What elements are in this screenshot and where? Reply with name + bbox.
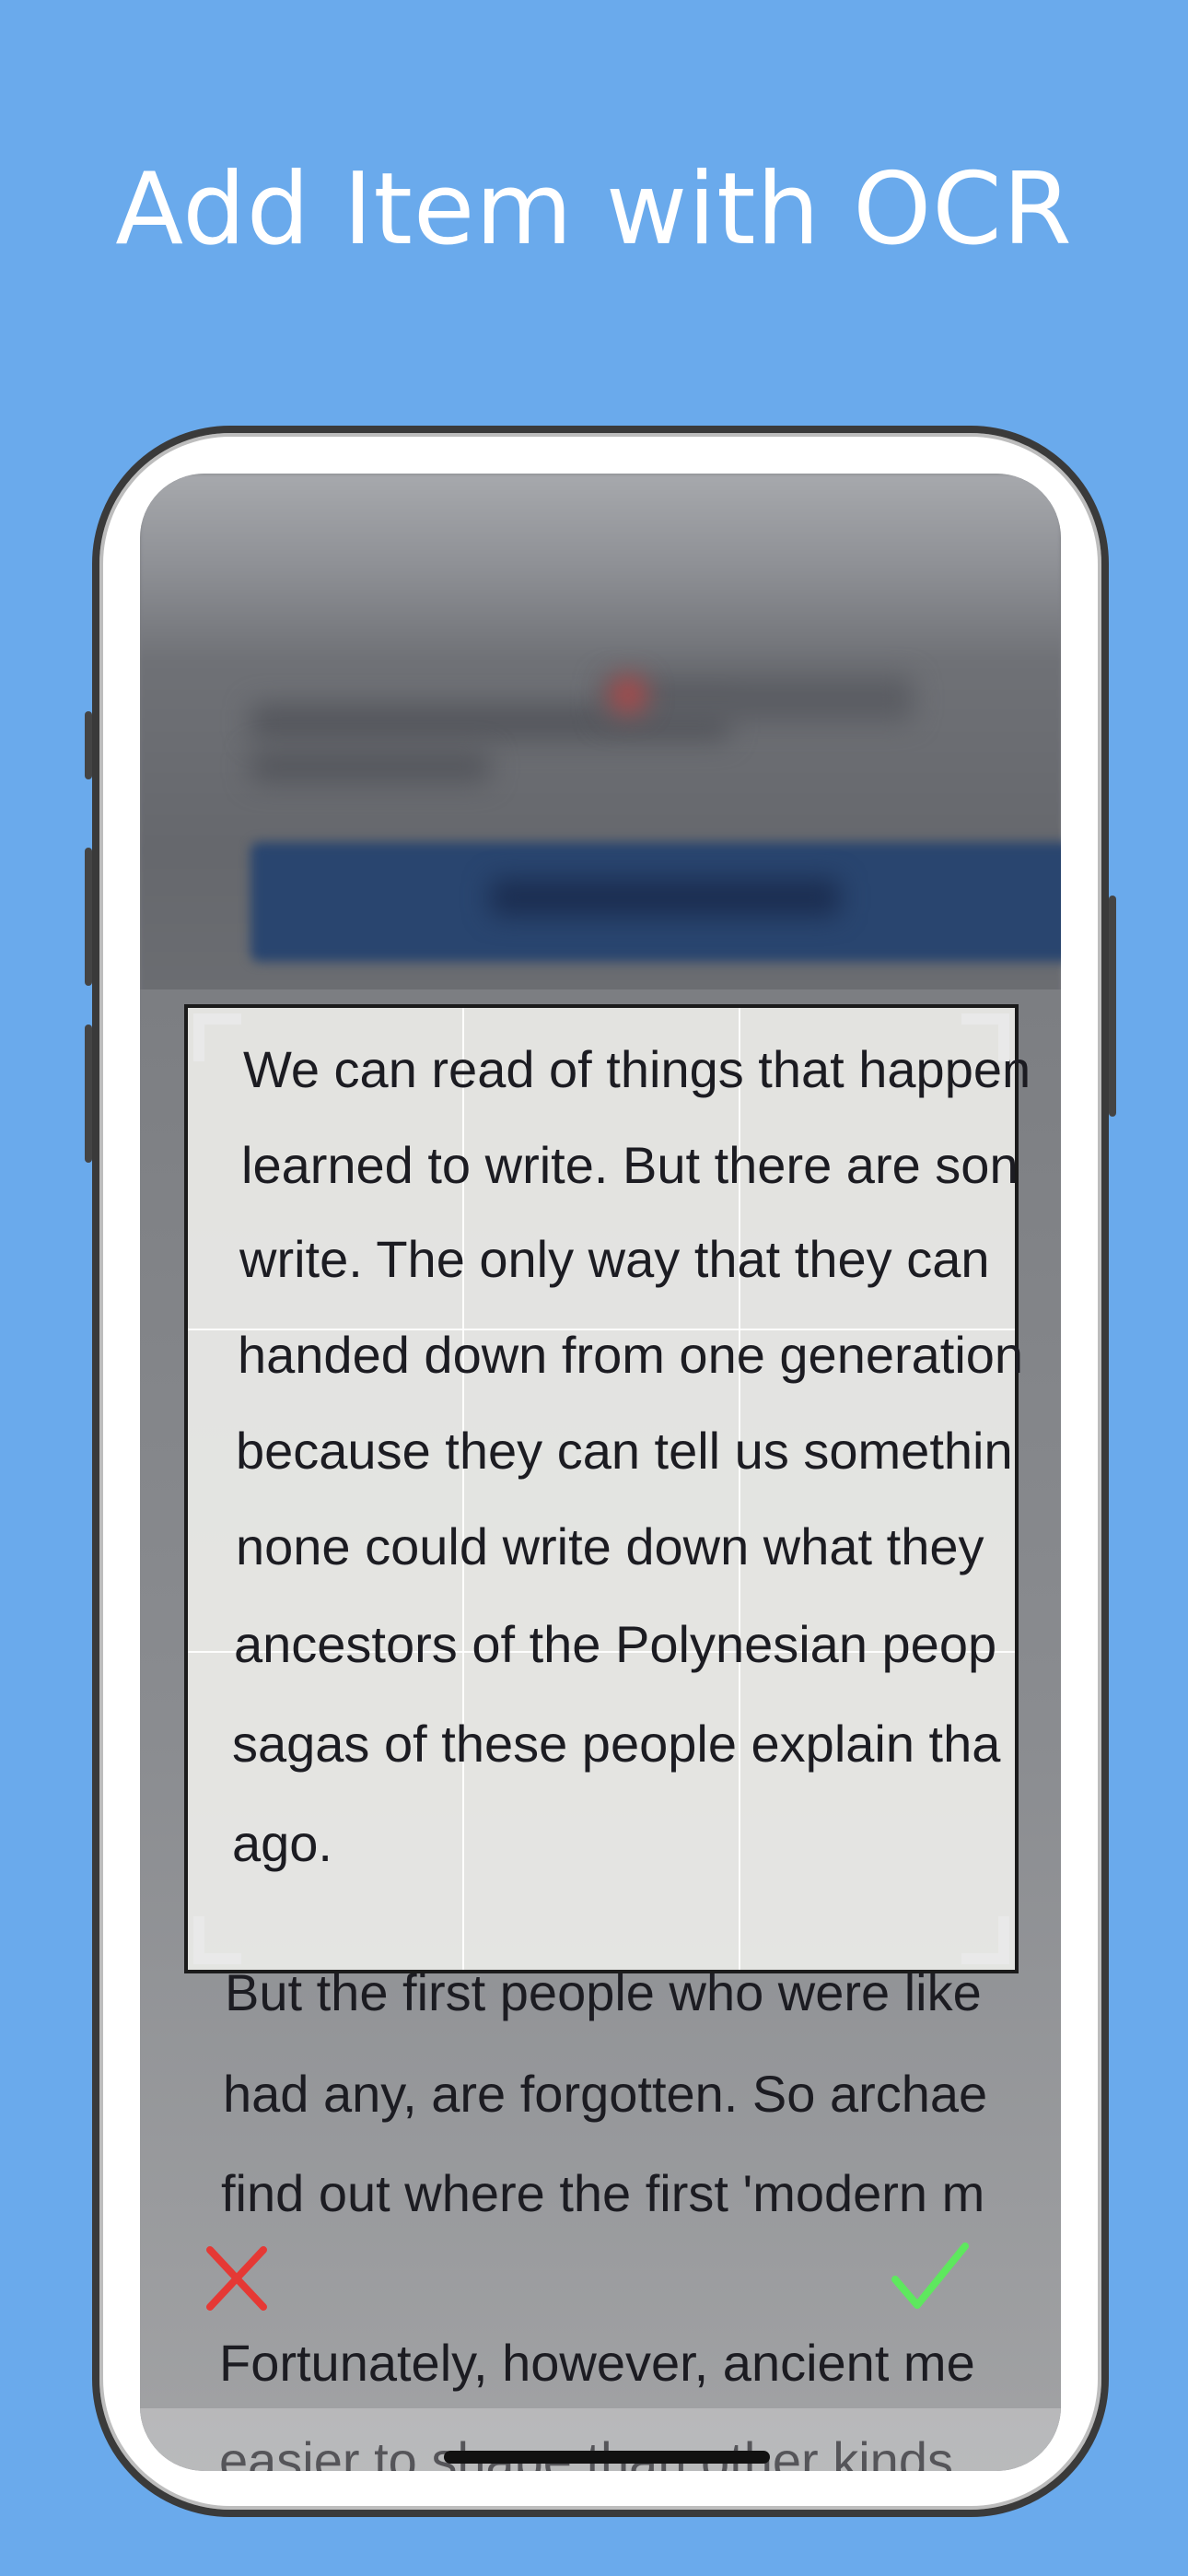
text-line: learned to write. But there are son — [241, 1136, 1019, 1194]
crop-selection[interactable]: We can read of things that happen learne… — [184, 1004, 1031, 1973]
blurred-red-dot — [610, 676, 646, 713]
text-line: find out where the first 'modern m — [221, 2164, 985, 2222]
confirm-button[interactable] — [888, 2237, 971, 2320]
side-button-volume-down — [85, 1025, 92, 1163]
text-line: Fortunately, however, ancient me — [219, 2334, 975, 2392]
text-line: ago. — [232, 1814, 332, 1872]
crop-handle-top-right[interactable] — [961, 1013, 1009, 1061]
text-line: ancestors of the Polynesian peop — [234, 1615, 997, 1673]
home-indicator — [444, 2451, 770, 2464]
crop-handle-bottom-left[interactable] — [193, 1916, 241, 1964]
headline: Add Item with OCR — [115, 152, 1073, 267]
checkmark-icon — [891, 2242, 969, 2309]
text-line: We can read of things that happen — [243, 1040, 1031, 1098]
text-line: write. The only way that they can — [239, 1230, 990, 1288]
text-line: handed down from one generation — [238, 1326, 1024, 1384]
camera-screen: But the first people who were like had a… — [140, 474, 1061, 2471]
blurred-shape — [250, 750, 490, 783]
crop-handle-bottom-right[interactable] — [961, 1916, 1009, 1964]
blurred-shape — [490, 879, 840, 916]
cancel-button[interactable] — [195, 2237, 278, 2320]
text-line: none could write down what they — [236, 1517, 984, 1575]
side-button-volume-up — [85, 848, 92, 986]
crop-handle-top-left[interactable] — [193, 1013, 241, 1061]
text-line: had any, are forgotten. So archae — [223, 2065, 988, 2123]
text-line: because they can tell us somethin — [236, 1422, 1013, 1480]
side-button-mute — [85, 711, 92, 779]
text-line: sagas of these people explain tha — [232, 1715, 1001, 1773]
side-button-power — [1109, 896, 1116, 1117]
close-icon — [206, 2246, 267, 2311]
blurred-shape — [600, 676, 914, 722]
